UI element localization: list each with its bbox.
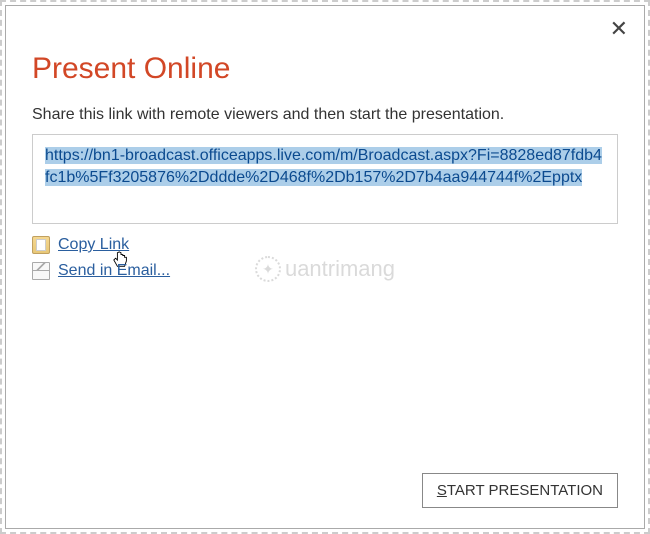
start-btn-accel: S [437,482,447,499]
send-email-label: Send in Email... [58,262,170,280]
email-icon [32,262,50,280]
share-link-url: https://bn1-broadcast.officeapps.live.co… [45,147,602,186]
start-presentation-button[interactable]: START PRESENTATION [422,473,618,508]
action-list: Copy Link Send in Email... [32,236,618,280]
clipboard-icon [32,236,50,254]
link-textbox[interactable]: https://bn1-broadcast.officeapps.live.co… [32,134,618,224]
dialog-title: Present Online [32,52,618,86]
close-button[interactable]: ✕ [610,18,628,40]
start-btn-rest: TART PRESENTATION [447,482,603,499]
present-online-dialog: ✕ Present Online Share this link with re… [5,5,645,529]
send-email-item[interactable]: Send in Email... [32,262,618,280]
instructions-text: Share this link with remote viewers and … [32,106,618,124]
copy-link-item[interactable]: Copy Link [32,236,618,254]
close-icon: ✕ [610,16,628,41]
copy-link-label: Copy Link [58,236,129,254]
